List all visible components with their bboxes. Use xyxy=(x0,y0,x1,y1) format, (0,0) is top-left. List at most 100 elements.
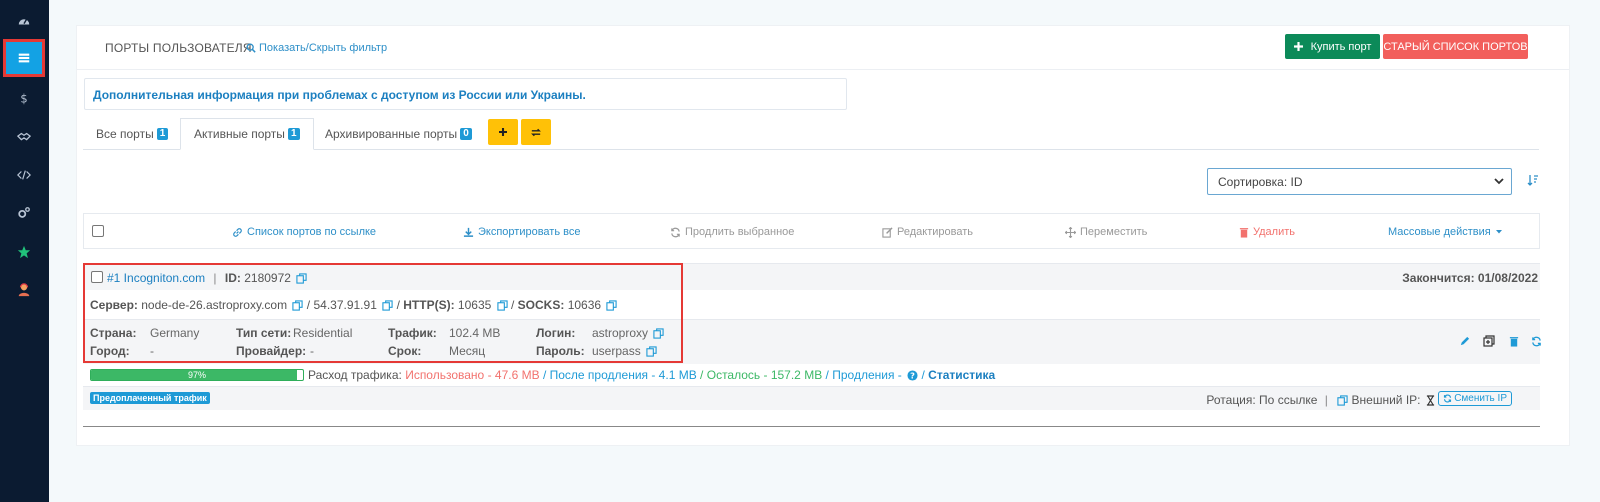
handshake-icon xyxy=(17,132,31,141)
copy-icon[interactable] xyxy=(606,300,618,311)
move-icon xyxy=(1065,226,1076,238)
question-icon[interactable]: ? xyxy=(907,370,918,381)
dollar-icon: $ xyxy=(20,91,27,105)
copy-icon[interactable] xyxy=(646,346,657,357)
tab-active-ports-count: 1 xyxy=(287,128,300,140)
renewals-value: Продления - xyxy=(832,368,902,382)
tab-archived-ports[interactable]: Архивированные порты 0 xyxy=(325,118,472,150)
country-value: Germany xyxy=(150,326,200,340)
copy-icon[interactable] xyxy=(296,273,307,284)
password-value: userpass xyxy=(592,344,641,358)
slash: / xyxy=(396,298,400,312)
tab-all-ports-label: Все порты xyxy=(96,127,154,141)
export-all-button[interactable]: Экспортировать все xyxy=(463,226,580,238)
copy-icon[interactable] xyxy=(1337,395,1348,406)
buy-port-label: Купить порт xyxy=(1310,40,1372,53)
bulk-toolbar: Список портов по ссылке Экспортировать в… xyxy=(83,213,1540,249)
copy-icon[interactable] xyxy=(292,300,304,311)
net-type-value: Residential xyxy=(293,326,353,340)
sidebar-item-ports[interactable] xyxy=(3,39,45,77)
login-label: Логин: xyxy=(536,326,576,340)
refresh-icon[interactable] xyxy=(1531,336,1542,347)
copy-icon[interactable] xyxy=(653,328,665,339)
port-title-link[interactable]: #1 Incogniton.com xyxy=(107,271,205,285)
sidebar-item-support[interactable] xyxy=(3,271,45,309)
bulk-actions-dropdown[interactable]: Массовые действия xyxy=(1388,226,1503,238)
delete-selected-label: Удалить xyxy=(1253,226,1295,238)
copy-icon[interactable] xyxy=(497,300,508,311)
select-all-checkbox[interactable] xyxy=(92,225,104,237)
move-selected-button[interactable]: Переместить xyxy=(1065,226,1147,238)
sidebar-item-dashboard[interactable] xyxy=(3,2,45,40)
tab-archived-ports-count: 0 xyxy=(460,128,472,140)
server-host: node-de-26.astroproxy.com xyxy=(141,298,288,312)
http-port: 10635 xyxy=(457,298,492,312)
gears-icon xyxy=(18,207,30,218)
http-label: HTTP(S): xyxy=(403,298,455,312)
city-value: - xyxy=(150,344,154,358)
sidebar-item-api[interactable] xyxy=(3,156,45,194)
star-icon xyxy=(17,245,31,259)
server-label: Сервер: xyxy=(90,298,138,312)
clone-icon[interactable] xyxy=(1483,335,1495,347)
old-ports-list-button[interactable]: СТАРЫЙ СПИСОК ПОРТОВ xyxy=(1383,34,1528,59)
download-icon xyxy=(463,227,474,237)
renew-selected-button[interactable]: Продлить выбранное xyxy=(670,226,794,238)
toggle-filter-link[interactable]: Показать/Скрыть фильтр xyxy=(246,42,387,54)
tab-all-ports-count: 1 xyxy=(156,128,169,140)
statistics-link[interactable]: Статистика xyxy=(928,368,995,382)
external-ip-label: Внешний IP: xyxy=(1351,393,1421,407)
copy-icon[interactable] xyxy=(382,300,393,311)
provider-value: - xyxy=(310,344,314,358)
info-link[interactable]: Дополнительная информация при проблемах … xyxy=(93,88,586,102)
traffic-progress-label: 97% xyxy=(187,370,206,380)
link-list-button[interactable]: Список портов по ссылке xyxy=(232,226,376,238)
country-label: Страна: xyxy=(90,326,137,340)
change-ip-button[interactable]: Сменить IP xyxy=(1438,391,1512,406)
delete-selected-button[interactable]: Удалить xyxy=(1239,226,1295,238)
refresh-icon xyxy=(1444,394,1452,403)
link-icon xyxy=(233,227,242,237)
sort-select-value: Сортировка: ID xyxy=(1218,174,1303,189)
term-value: Месяц xyxy=(449,344,486,358)
swap-button[interactable] xyxy=(521,119,551,145)
chevron-down-icon xyxy=(1494,178,1504,185)
slash: / xyxy=(306,298,311,312)
link-list-label: Список портов по ссылке xyxy=(247,226,377,238)
refresh-icon xyxy=(671,227,680,237)
edit-selected-button[interactable]: Редактировать xyxy=(882,226,973,238)
sort-select[interactable]: Сортировка: ID xyxy=(1207,168,1512,195)
tab-active-ports-label: Активные порты xyxy=(194,127,285,141)
tab-active-ports[interactable]: Активные порты 1 xyxy=(180,118,314,150)
svg-text:$: $ xyxy=(20,91,27,105)
port-title-row: #1 Incogniton.com | ID: 2180972 Закончит… xyxy=(83,263,1540,290)
tab-archived-ports-label: Архивированные порты xyxy=(325,127,458,141)
net-type-label: Тип сети: xyxy=(236,326,292,340)
usage-label: Расход трафика: xyxy=(308,368,402,382)
old-ports-list-label: СТАРЫЙ СПИСОК ПОРТОВ xyxy=(1383,40,1528,53)
hourglass-icon xyxy=(1426,395,1434,406)
traffic-progress-bar: 97% xyxy=(90,369,304,381)
trash-icon[interactable] xyxy=(1509,336,1519,347)
port-id-value: 2180972 xyxy=(244,271,291,285)
port-checkbox[interactable] xyxy=(91,271,103,283)
sidebar-item-favorites[interactable] xyxy=(3,233,45,271)
export-all-label: Экспортировать все xyxy=(478,226,581,238)
after-renew-value: После продления - 4.1 MB xyxy=(549,368,697,382)
traffic-value: 102.4 MB xyxy=(449,326,501,340)
exchange-icon xyxy=(531,128,541,136)
add-port-button[interactable] xyxy=(488,119,518,145)
tab-all-ports[interactable]: Все порты 1 xyxy=(96,118,169,150)
sidebar-item-billing[interactable]: $ xyxy=(3,79,45,117)
sidebar-item-partners[interactable] xyxy=(3,118,45,156)
buy-port-button[interactable]: Купить порт xyxy=(1285,34,1380,59)
login-value: astroproxy xyxy=(592,326,649,340)
pencil-icon[interactable] xyxy=(1459,336,1470,347)
sidebar-item-settings[interactable] xyxy=(3,194,45,232)
sidebar: $ xyxy=(0,0,49,502)
info-box: Дополнительная информация при проблемах … xyxy=(84,78,847,110)
sort-order-icon[interactable] xyxy=(1527,174,1539,186)
search-icon xyxy=(246,43,256,53)
server-list-icon xyxy=(18,53,30,63)
renew-selected-label: Продлить выбранное xyxy=(685,226,795,238)
